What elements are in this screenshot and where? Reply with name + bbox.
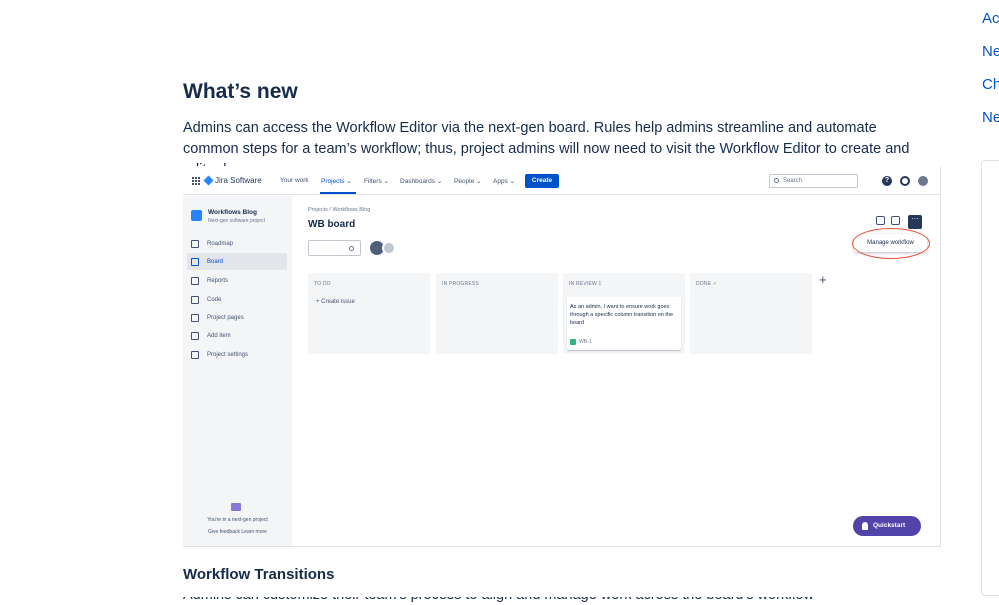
card-summary: As an admin, I want to ensure work goes … [570, 304, 674, 326]
sidebar-item-project-settings: Project settings [187, 346, 287, 363]
sidebar-item-roadmap: Roadmap [187, 235, 287, 252]
sidebar-item-project-pages: Project pages [187, 309, 287, 326]
active-nav-underline [320, 192, 356, 194]
toc-link[interactable]: Ne [982, 43, 999, 76]
board-icon [191, 257, 199, 266]
nav-projects: Projects ⌄ [321, 178, 352, 185]
nav-filters: Filters ⌄ [364, 178, 389, 185]
right-panel [981, 160, 999, 596]
lightbulb-icon [862, 522, 868, 530]
jira-top-nav: Jira Software Your work Projects ⌄ Filte… [183, 166, 940, 195]
settings-icon [900, 176, 910, 186]
sidebar-item-add-item: Add item [187, 327, 287, 344]
add-column-icon: + [819, 272, 827, 287]
search-icon [349, 246, 354, 251]
embedded-screenshot: Jira Software Your work Projects ⌄ Filte… [183, 166, 941, 547]
card-key: WB-1 [570, 339, 592, 345]
subsection-heading: Workflow Transitions [183, 566, 335, 583]
board-search-input [308, 240, 361, 256]
create-button: Create [525, 174, 559, 188]
board-column-todo: TO DO + Create issue [308, 273, 430, 354]
next-gen-icon [231, 503, 241, 511]
add-item-icon [191, 331, 199, 340]
gear-icon [191, 350, 199, 359]
app-switcher-icon [192, 177, 200, 185]
cutoff-paragraph: Admins can customize their team's proces… [183, 597, 823, 605]
jira-sidebar: Workflows Blog Next-gen software project… [183, 196, 292, 546]
project-subtitle: Next-gen software project [208, 218, 265, 224]
avatar [382, 241, 396, 255]
project-icon [191, 210, 202, 221]
more-actions-icon: ··· [908, 215, 922, 229]
toc-link[interactable]: Ne [982, 109, 999, 142]
sidebar-item-code: Code [187, 291, 287, 308]
sidebar-item-board: Board [187, 253, 287, 270]
create-issue-link: + Create issue [316, 299, 355, 305]
highlight-circle [852, 228, 930, 259]
story-icon [570, 339, 576, 345]
issue-card: As an admin, I want to ensure work goes … [567, 297, 681, 350]
board-action-icons [876, 216, 900, 225]
reports-icon [191, 276, 199, 285]
nav-your-work: Your work [280, 177, 309, 184]
nav-people: People ⌄ [454, 178, 482, 185]
jira-logo: Jira Software [203, 175, 262, 186]
jira-diamond-icon [203, 175, 214, 186]
search-icon [774, 178, 779, 183]
feedback-links: Give feedback Learn more [208, 529, 267, 535]
board-title: WB board [308, 219, 356, 230]
help-icon: ? [882, 176, 892, 186]
next-gen-notice: You're in a next-gen project [207, 517, 268, 523]
breadcrumb: Projects / Workflows Blog [308, 207, 371, 213]
table-of-contents: Act Ne Ch Ne [982, 10, 999, 142]
toc-link[interactable]: Act [982, 10, 999, 43]
notification-icon [865, 176, 875, 186]
jira-search-input: Search [769, 174, 858, 188]
project-name: Workflows Blog [208, 209, 257, 216]
nav-dashboards: Dashboards ⌄ [400, 178, 443, 185]
link-icon [876, 216, 885, 225]
code-icon [191, 295, 199, 304]
avatar [918, 176, 928, 186]
toc-link[interactable]: Ch [982, 76, 999, 109]
board-column-in-progress: IN PROGRESS [436, 273, 558, 354]
board-column-done: DONE ✓ [690, 273, 812, 354]
board-column-in-review: IN REVIEW 1 As an admin, I want to ensur… [563, 273, 685, 354]
page-icon [191, 313, 199, 322]
section-heading: What’s new [183, 80, 298, 103]
nav-apps: Apps ⌄ [493, 178, 516, 185]
roadmap-icon [191, 239, 199, 248]
star-icon [891, 216, 900, 225]
sidebar-item-reports: Reports [187, 272, 287, 289]
quickstart-button: Quickstart [853, 516, 921, 536]
